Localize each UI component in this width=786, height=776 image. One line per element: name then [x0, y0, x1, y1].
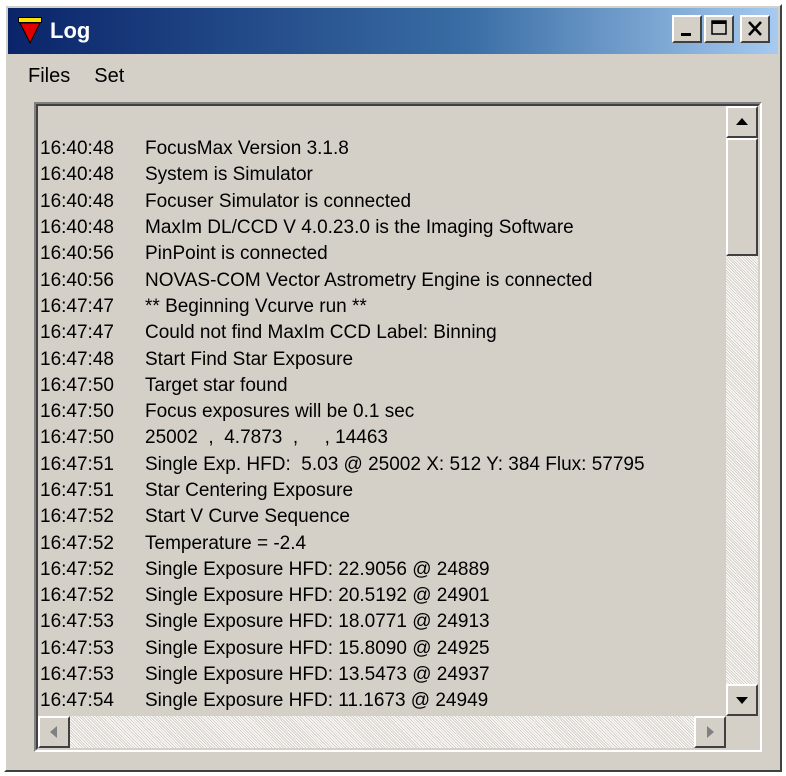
log-time: 16:47:54	[40, 690, 114, 712]
log-line: 16:47:48 Start Find Star Exposure	[40, 346, 730, 372]
log-message: PinPoint is connected	[145, 243, 328, 265]
log-time: 16:47:52	[40, 585, 114, 607]
scrollbar-corner	[726, 716, 758, 748]
arrow-down-icon	[736, 697, 748, 704]
log-message: Single Exp. HFD: 5.03 @ 25002 X: 512 Y: …	[145, 453, 645, 475]
log-time: 16:47:47	[40, 295, 114, 317]
log-message: 25002 , 4.7873 , , 14463	[145, 427, 388, 449]
log-message: NOVAS-COM Vector Astrometry Engine is co…	[145, 269, 593, 291]
log-line: 16:47:53 Single Exposure HFD: 18.0771 @ 2…	[40, 609, 730, 635]
log-line: 16:40:48 System is Simulator	[40, 162, 730, 188]
log-line: 16:47:50 25002 , 4.7873 , , 14463	[40, 425, 730, 451]
log-line: 16:47:47 Could not find MaxIm CCD Label: …	[40, 320, 730, 346]
minimize-button[interactable]	[672, 15, 702, 43]
log-time: 16:40:48	[40, 164, 114, 186]
close-button[interactable]	[740, 15, 770, 43]
log-line: 16:40:56 PinPoint is connected	[40, 241, 730, 267]
log-line: 16:47:52 Start V Curve Sequence	[40, 504, 730, 530]
log-message: Single Exposure HFD: 22.9056 @ 24889	[145, 558, 490, 580]
log-line: 16:47:50 Target star found	[40, 373, 730, 399]
log-message: ** Beginning Vcurve run **	[145, 295, 367, 317]
log-time: 16:47:50	[40, 374, 114, 396]
log-message: System is Simulator	[145, 164, 313, 186]
log-message: Temperature = -2.4	[145, 532, 307, 554]
log-message: Could not find MaxIm CCD Label: Binning	[145, 322, 497, 344]
log-line: 16:47:52 Single Exposure HFD: 22.9056 @ 2…	[40, 557, 730, 583]
log-message: Single Exposure HFD: 11.1673 @ 24949	[145, 690, 489, 712]
log-time: 16:47:53	[40, 611, 114, 633]
log-message: Start Find Star Exposure	[145, 348, 354, 370]
log-message: Focus exposures will be 0.1 sec	[145, 401, 415, 423]
log-time: 16:47:51	[40, 480, 114, 501]
scroll-down-button[interactable]	[726, 684, 758, 716]
vertical-scrollbar[interactable]	[726, 106, 758, 716]
maximize-button[interactable]	[704, 15, 734, 43]
minimize-icon	[681, 33, 691, 36]
arrow-up-icon	[736, 118, 748, 125]
log-message: Star Centering Exposure	[145, 480, 354, 501]
title-bar[interactable]: Log	[8, 8, 778, 54]
close-icon	[748, 21, 762, 36]
log-message: FocusMax Version 3.1.8	[145, 138, 349, 160]
log-time: 16:40:48	[40, 138, 114, 160]
log-window: Log Files Set 16:40:48 FocusMax Version …	[4, 4, 782, 772]
log-message: MaxIm DL/CCD V 4.0.23.0 is the Imaging S…	[145, 217, 574, 239]
log-time: 16:47:50	[40, 401, 114, 423]
focusmax-icon	[18, 17, 42, 45]
log-line: 16:47:51 Star Centering Exposure	[40, 478, 730, 504]
log-line: 16:40:48 FocusMax Version 3.1.8	[40, 136, 730, 162]
arrow-right-icon	[707, 726, 714, 738]
log-lines: 16:40:48 FocusMax Version 3.1.8 16:40:48 Sy…	[40, 136, 730, 716]
log-line: 16:47:52 Temperature = -2.4	[40, 530, 730, 556]
menu-bar: Files Set	[8, 60, 136, 92]
log-line: 16:40:48 MaxIm DL/CCD V 4.0.23.0 is the I…	[40, 215, 730, 241]
log-time: 16:47:53	[40, 664, 114, 686]
log-time: 16:40:48	[40, 217, 114, 239]
log-message: Start V Curve Sequence	[145, 506, 350, 528]
log-time: 16:40:48	[40, 190, 114, 212]
log-message: Target star found	[145, 374, 288, 396]
log-time: 16:47:53	[40, 637, 114, 659]
scroll-up-button[interactable]	[726, 106, 758, 138]
log-message: Single Exposure HFD: 13.5473 @ 24937	[145, 664, 490, 686]
log-time: 16:47:47	[40, 322, 114, 344]
log-line: 16:47:53 Single Exposure HFD: 15.8090 @ 2…	[40, 636, 730, 662]
arrow-left-icon	[50, 726, 57, 738]
log-time: 16:47:48	[40, 348, 114, 370]
log-line: 16:47:51 Single Exp. HFD: 5.03 @ 25002 X:…	[40, 452, 730, 478]
log-list[interactable]: 16:40:48 FocusMax Version 3.1.8 16:40:48 Sy…	[34, 102, 762, 752]
horizontal-scrollbar[interactable]	[38, 716, 726, 748]
menu-files[interactable]: Files	[8, 65, 82, 88]
log-time: 16:40:56	[40, 243, 114, 265]
log-line: 16:47:47 ** Beginning Vcurve run **	[40, 294, 730, 320]
log-time: 16:47:52	[40, 506, 114, 528]
scroll-left-button[interactable]	[38, 716, 70, 748]
log-line: 16:47:54 Single Exposure HFD: 11.1673 @ 2…	[40, 688, 730, 714]
log-line: 16:47:53 Single Exposure HFD: 13.5473 @ 2…	[40, 662, 730, 688]
log-time: 16:47:52	[40, 532, 114, 554]
menu-set[interactable]: Set	[82, 65, 136, 88]
scroll-right-button[interactable]	[694, 716, 726, 748]
log-message: Focuser Simulator is connected	[145, 190, 412, 212]
log-line: 16:47:52 Single Exposure HFD: 20.5192 @ 2…	[40, 583, 730, 609]
log-time: 16:47:52	[40, 558, 114, 580]
log-time: 16:47:50	[40, 427, 114, 449]
log-line: 16:40:48 Focuser Simulator is connected	[40, 189, 730, 215]
log-time: 16:40:56	[40, 269, 114, 291]
log-line: 16:40:56 NOVAS-COM Vector Astrometry Engi…	[40, 267, 730, 293]
log-message: Single Exposure HFD: 20.5192 @ 24901	[145, 585, 490, 607]
window-title: Log	[50, 18, 91, 43]
maximize-icon	[711, 20, 727, 35]
log-message: Single Exposure HFD: 18.0771 @ 24913	[145, 611, 490, 633]
log-line: 16:47:50 Focus exposures will be 0.1 sec	[40, 399, 730, 425]
log-time: 16:47:51	[40, 453, 114, 475]
log-message: Single Exposure HFD: 15.8090 @ 24925	[145, 637, 490, 659]
vertical-scroll-thumb[interactable]	[726, 138, 758, 256]
